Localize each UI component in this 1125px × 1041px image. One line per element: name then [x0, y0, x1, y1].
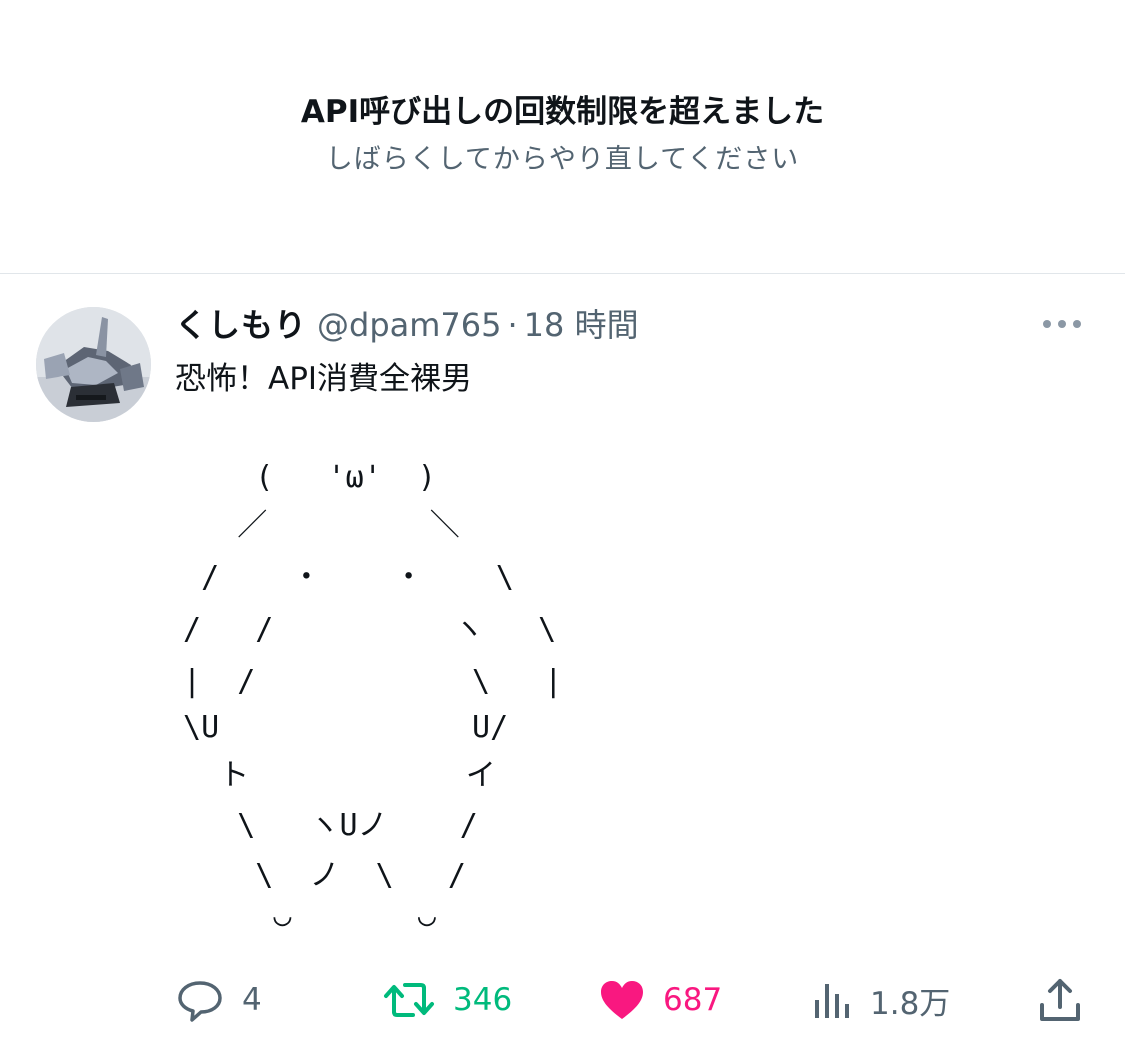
tweet-header: くしもり @dpam765 · 18 時間	[175, 303, 639, 347]
reply-icon	[178, 981, 222, 1022]
avatar-image	[36, 307, 151, 422]
tweet-actions: 4 346 687 1.8万	[0, 970, 1125, 1030]
rate-limit-subtitle: しばらくしてからやり直してください	[325, 144, 800, 175]
ascii-art-line: / ・ ・ \	[165, 560, 514, 595]
ascii-art: ( 'ω' ) ／ ＼ / ・ ・ \ / / ヽ \ | / \ | \U U…	[165, 455, 562, 935]
share-button[interactable]	[1038, 970, 1082, 1030]
ascii-art-line: ／ ＼	[165, 508, 460, 543]
ascii-art-line: \ ノ \ /	[165, 858, 466, 893]
rate-limit-title: API呼び出しの回数制限を超えました	[300, 94, 825, 130]
views-count: 1.8万	[870, 985, 951, 1022]
retweet-button[interactable]: 346	[383, 970, 512, 1030]
retweet-icon	[384, 983, 434, 1017]
ascii-art-line: / / ヽ \	[165, 612, 557, 647]
ascii-art-line: \ ヽUノ /	[165, 808, 478, 843]
views-icon	[815, 984, 849, 1018]
reply-button[interactable]: 4	[176, 970, 262, 1030]
like-count: 687	[663, 982, 723, 1018]
heart-icon	[601, 981, 643, 1019]
divider	[0, 273, 1125, 274]
avatar[interactable]	[36, 307, 151, 422]
more-button[interactable]	[1040, 312, 1084, 336]
tweet-text: 恐怖！API消費全裸男	[175, 361, 473, 397]
display-name[interactable]: くしもり	[175, 306, 307, 344]
user-handle[interactable]: @dpam765	[317, 306, 501, 344]
rate-limit-banner: API呼び出しの回数制限を超えました しばらくしてからやり直してください	[0, 0, 1125, 273]
ascii-art-line: ( 'ω' )	[165, 460, 436, 495]
retweet-count: 346	[453, 982, 513, 1018]
ascii-art-line: ト イ	[165, 758, 496, 793]
ascii-art-line: \U U/	[165, 710, 509, 745]
tweet-time[interactable]: 18 時間	[524, 306, 639, 344]
more-icon	[1043, 320, 1081, 328]
share-icon	[1040, 979, 1080, 1021]
like-button[interactable]: 687	[599, 970, 722, 1030]
ascii-art-line: ◡ ◡	[165, 898, 436, 933]
separator-dot: ·	[507, 306, 518, 344]
ascii-art-line: | / \ |	[165, 664, 563, 699]
reply-count: 4	[242, 982, 262, 1018]
views-button[interactable]: 1.8万	[812, 970, 950, 1030]
